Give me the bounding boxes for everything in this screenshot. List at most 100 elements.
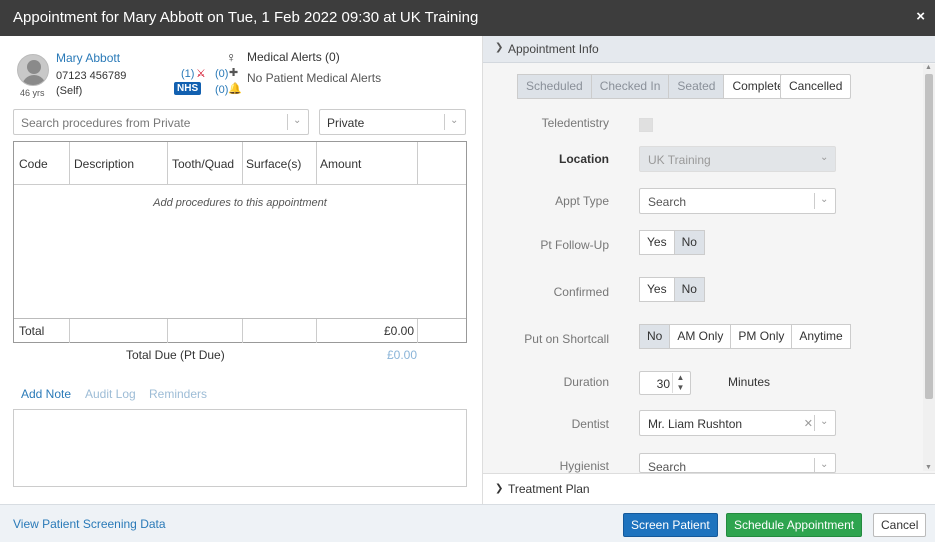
shortcall-am-button[interactable]: AM Only (670, 324, 732, 349)
dropdown-separator (444, 114, 445, 130)
teledentistry-checkbox[interactable] (639, 118, 653, 132)
screen-patient-button[interactable]: Screen Patient (623, 513, 718, 537)
col-code: Code (19, 157, 48, 171)
confirmed-label: Confirmed (553, 285, 609, 299)
dropdown-separator (814, 458, 815, 472)
column-divider (417, 319, 418, 343)
avatar (17, 54, 49, 86)
followup-yes-button[interactable]: Yes (639, 230, 675, 255)
shortcall-pm-button[interactable]: PM Only (731, 324, 793, 349)
hygienist-placeholder: Search (648, 460, 687, 473)
dentist-select[interactable]: Mr. Liam Rushton ✕ ⌄ (639, 410, 836, 436)
location-label: Location (559, 152, 609, 166)
appt-type-select[interactable]: Search ⌄ (639, 188, 836, 214)
treatment-plan-title: Treatment Plan (508, 482, 590, 496)
appointment-info-title: Appointment Info (508, 42, 599, 56)
dropdown-separator (814, 415, 815, 431)
scrollbar[interactable]: ▲ ▼ (923, 64, 935, 471)
column-divider (167, 142, 168, 185)
followup-toggle: Yes No (639, 230, 705, 255)
chevron-down-icon: ⌄ (820, 459, 829, 470)
bell-icon: 🔔 (228, 83, 242, 95)
total-amount: £0.00 (384, 324, 415, 338)
procedure-search-placeholder: Search procedures from Private (21, 116, 191, 130)
avatar-body (22, 75, 46, 85)
chevron-down-icon: ⌄ (820, 194, 829, 205)
chevron-down-icon[interactable]: ⌄ (293, 115, 301, 126)
dentist-label: Dentist (571, 417, 609, 431)
confirmed-yes-button[interactable]: Yes (639, 277, 675, 302)
column-divider (242, 319, 243, 343)
plus-count[interactable]: (0) (215, 68, 228, 80)
female-icon: ♀ (226, 49, 237, 65)
total-label: Total (19, 324, 45, 338)
shortcall-label: Put on Shortcall (524, 332, 609, 346)
duration-stepper[interactable]: ▲ ▼ (672, 373, 688, 393)
followup-no-button[interactable]: No (674, 230, 705, 255)
patient-age: 46 yrs (20, 88, 45, 98)
col-description: Description (74, 157, 135, 171)
footer-bar: View Patient Screening Data Screen Patie… (0, 504, 935, 542)
total-due-amount: £0.00 (387, 348, 418, 362)
location-select[interactable]: UK Training ⌄ (639, 146, 836, 172)
procedure-search-input[interactable]: Search procedures from Private ⌄ (13, 109, 309, 135)
hygienist-select[interactable]: Search ⌄ (639, 453, 836, 473)
status-checked-in-button[interactable]: Checked In (590, 74, 669, 99)
flask-icon: ⚔ (196, 68, 206, 80)
title-bar: Appointment for Mary Abbott on Tue, 1 Fe… (0, 0, 935, 36)
chevron-down-icon: ⌄ (820, 152, 829, 163)
location-value: UK Training (648, 153, 711, 167)
chevron-right-icon: ❯ (495, 483, 504, 494)
tab-reminders[interactable]: Reminders (149, 387, 207, 401)
total-row: Total £0.00 (14, 318, 466, 343)
no-medical-alerts: No Patient Medical Alerts (247, 71, 382, 85)
patient-relation: (Self) (56, 85, 83, 97)
window-title: Appointment for Mary Abbott on Tue, 1 Fe… (13, 9, 479, 26)
followup-label: Pt Follow-Up (540, 238, 609, 252)
status-seated-button[interactable]: Seated (668, 74, 724, 99)
duration-input[interactable]: 30 ▲ ▼ (639, 371, 691, 395)
table-header: Code Description Tooth/Quad Surface(s) A… (14, 142, 466, 185)
left-panel: 46 yrs Mary Abbott 07123 456789 (Self) (… (0, 36, 481, 504)
chevron-down-icon[interactable]: ⌄ (450, 115, 458, 126)
right-panel: ❯ Appointment Info Scheduled Checked In … (482, 36, 935, 504)
patient-name-link[interactable]: Mary Abbott (56, 51, 120, 65)
confirmed-toggle: Yes No (639, 277, 705, 302)
tab-add-note[interactable]: Add Note (21, 387, 71, 401)
shortcall-no-button[interactable]: No (639, 324, 671, 349)
confirmed-no-button[interactable]: No (674, 277, 705, 302)
total-due-label: Total Due (Pt Due) (126, 348, 225, 362)
teledentistry-label: Teledentistry (541, 116, 609, 130)
appointment-info-header[interactable]: ❯ Appointment Info (483, 36, 935, 63)
column-divider (316, 142, 317, 185)
empty-procedures-message: Add procedures to this appointment (153, 197, 327, 209)
lab-count[interactable]: (1) (181, 68, 194, 80)
clear-icon[interactable]: ✕ (804, 417, 813, 430)
shortcall-toggle: No AM Only PM Only Anytime (639, 324, 851, 349)
scroll-down-icon[interactable]: ▼ (925, 464, 932, 471)
tab-audit-log[interactable]: Audit Log (85, 387, 136, 401)
status-cancelled-button[interactable]: Cancelled (780, 74, 852, 99)
chevron-down-icon: ❯ (495, 42, 504, 53)
view-screening-data-link[interactable]: View Patient Screening Data (13, 517, 166, 531)
price-list-value: Private (327, 116, 365, 130)
schedule-appointment-button[interactable]: Schedule Appointment (726, 513, 863, 537)
scroll-thumb[interactable] (925, 74, 933, 399)
col-amount: Amount (320, 157, 362, 171)
column-divider (316, 319, 317, 343)
cancel-button[interactable]: Cancel (873, 513, 927, 537)
column-divider (69, 319, 70, 343)
medical-alerts: Medical Alerts (0) (247, 50, 340, 64)
bell-count[interactable]: (0) (215, 84, 228, 96)
nhs-badge: NHS (174, 82, 202, 95)
status-scheduled-button[interactable]: Scheduled (517, 74, 591, 99)
close-icon[interactable]: × (916, 8, 925, 25)
dropdown-separator (287, 114, 288, 130)
avatar-head (27, 60, 41, 74)
shortcall-anytime-button[interactable]: Anytime (792, 324, 851, 349)
treatment-plan-header[interactable]: ❯ Treatment Plan (483, 473, 935, 504)
price-list-select[interactable]: Private ⌄ (319, 109, 466, 135)
note-textarea[interactable] (13, 409, 467, 487)
scroll-up-icon[interactable]: ▲ (925, 64, 932, 71)
appt-type-label: Appt Type (555, 194, 609, 208)
